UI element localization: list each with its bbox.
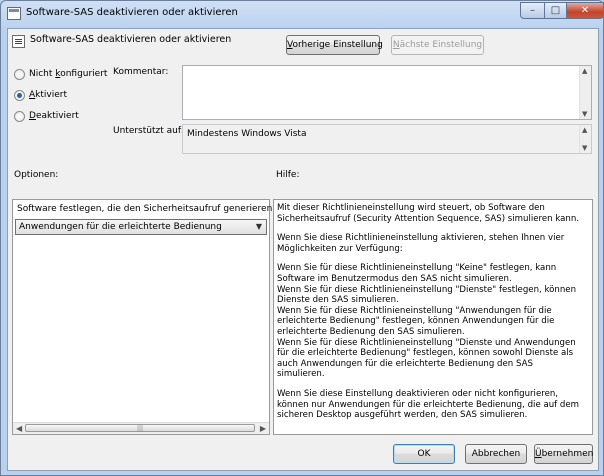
software-option-label: Software festlegen, die den Sicherheitsa…	[17, 204, 294, 214]
next-setting-mnemonic: N	[392, 40, 400, 50]
options-horizontal-scrollbar[interactable]: ◀ ||| ▶	[13, 422, 269, 434]
help-panel: Mit dieser Richtlinieneinstellung wird s…	[273, 199, 593, 435]
apply-label-rest: bernehmen	[541, 449, 594, 459]
help-paragraph: Wenn Sie für diese Richtlinieneinstellun…	[277, 263, 557, 284]
comment-label: Kommentar:	[113, 67, 169, 77]
help-paragraph: Wenn Sie für diese Richtlinieneinstellun…	[277, 337, 576, 380]
radio-label-disabled: Deaktiviert	[29, 111, 79, 121]
apply-mnemonic: Ü	[535, 449, 542, 459]
help-paragraph: Wenn Sie diese Richtlinieneinstellung ak…	[277, 233, 565, 254]
scroll-left-icon[interactable]: ◀	[16, 424, 22, 433]
comment-textarea[interactable]: ▲ ▼	[182, 65, 592, 120]
policy-setting-icon	[12, 35, 25, 48]
previous-setting-label: orherige Einstellung	[292, 40, 383, 50]
minimize-button[interactable]: –	[520, 2, 545, 19]
policy-title: Software-SAS deaktivieren oder aktiviere…	[30, 34, 232, 45]
title-bar[interactable]: Software-SAS deaktivieren oder aktiviere…	[1, 1, 604, 27]
supported-on-label: Unterstützt auf:	[113, 126, 184, 136]
ok-button[interactable]: OK	[393, 444, 455, 464]
chevron-down-icon[interactable]: ▼	[256, 222, 262, 231]
supported-scrollbar[interactable]: ▲ ▼	[579, 125, 591, 153]
cancel-button[interactable]: Abbrechen	[465, 444, 527, 464]
software-select-value: Anwendungen für die erleichterte Bedienu…	[19, 222, 222, 232]
supported-on-field: Mindestens Windows Vista ▲ ▼	[182, 124, 592, 154]
scroll-up-icon[interactable]: ▲	[582, 67, 587, 75]
help-paragraph: Wenn Sie für diese Richtlinieneinstellun…	[277, 284, 577, 306]
options-panel: Software festlegen, die den Sicherheitsa…	[12, 199, 293, 435]
close-button[interactable]: ✕	[566, 2, 604, 19]
scroll-right-icon[interactable]: ▶	[260, 424, 266, 433]
radio-label-not-configured: Nicht konfiguriert	[29, 69, 108, 79]
previous-setting-button[interactable]: Vorherige Einstellung	[286, 35, 383, 55]
radio-dot	[14, 90, 25, 101]
help-heading: Hilfe:	[276, 170, 300, 180]
radio-dot	[14, 69, 25, 80]
comment-scrollbar[interactable]: ▲ ▼	[579, 66, 591, 119]
apply-button[interactable]: Übernehmen	[534, 444, 593, 464]
next-setting-label: ächste Einstellung	[399, 40, 483, 50]
scroll-down-icon[interactable]: ▼	[582, 110, 587, 118]
scroll-down-icon[interactable]: ▼	[582, 144, 587, 152]
maximize-button[interactable]: □	[544, 2, 567, 19]
dialog-client-area: Software-SAS deaktivieren oder aktiviere…	[7, 28, 599, 471]
software-select[interactable]: Anwendungen für die erleichterte Bedienu…	[15, 219, 267, 235]
dialog-window: Software-SAS deaktivieren oder aktiviere…	[0, 0, 604, 476]
radio-dot	[14, 111, 25, 122]
help-paragraph: Wenn Sie für diese Richtlinieneinstellun…	[277, 305, 555, 337]
scroll-up-icon[interactable]: ▲	[582, 126, 587, 134]
help-paragraph: Mit dieser Richtlinieneinstellung wird s…	[277, 203, 580, 224]
help-paragraph: Wenn Sie diese Einstellung deaktivieren …	[277, 388, 580, 421]
supported-on-value: Mindestens Windows Vista	[187, 129, 307, 139]
window-title: Software-SAS deaktivieren oder aktiviere…	[26, 7, 238, 18]
options-heading: Optionen:	[14, 170, 59, 180]
policy-window-icon	[7, 7, 21, 20]
next-setting-button[interactable]: Nächste Einstellung	[391, 35, 484, 55]
scrollbar-thumb[interactable]: |||	[25, 424, 255, 432]
radio-label-enabled: Aktiviert	[29, 90, 68, 100]
help-text: Mit dieser Richtlinieneinstellung wird s…	[277, 203, 583, 430]
